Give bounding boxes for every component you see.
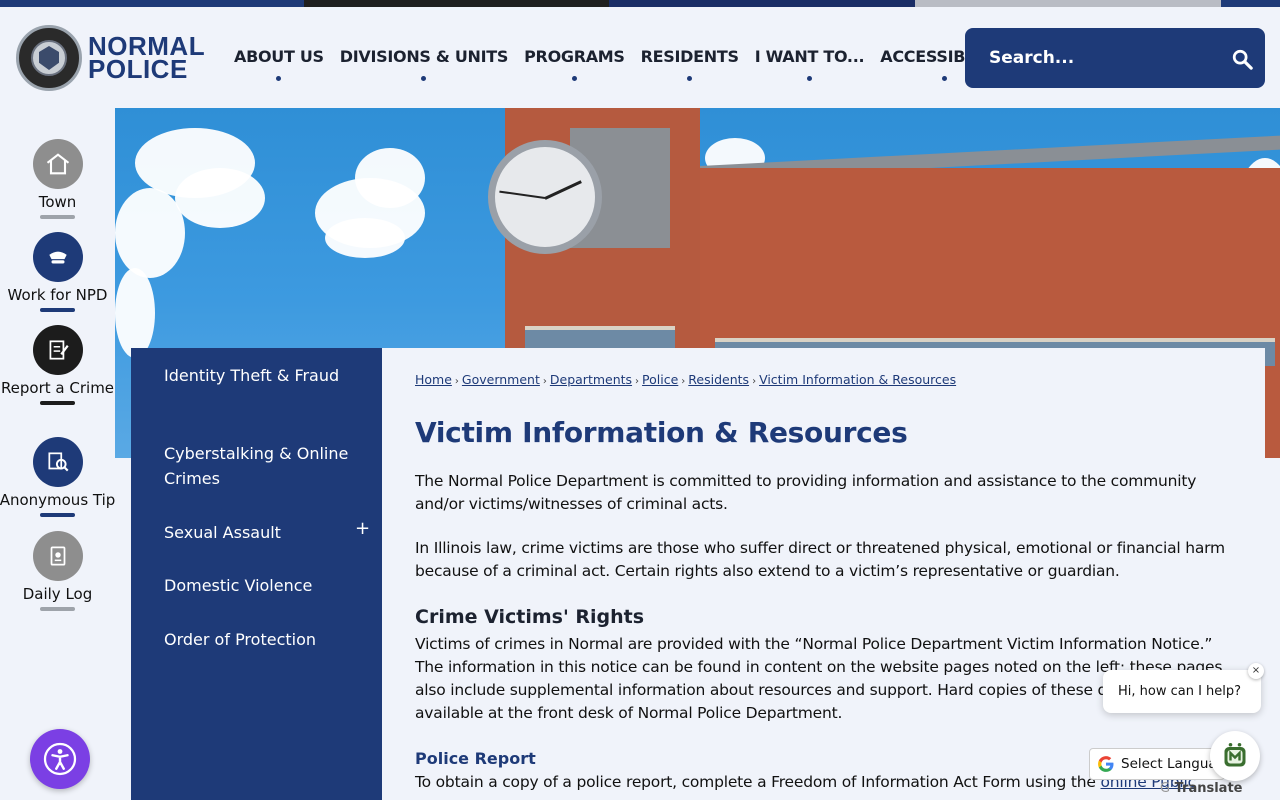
translate-label: Translate (1174, 781, 1243, 796)
search-box (965, 28, 1265, 88)
main-nav: ABOUT US DIVISIONS & UNITS PROGRAMS RESI… (226, 47, 1016, 81)
sidenav-item-cyberstalking[interactable]: Cyberstalking & Online Crimes (164, 441, 364, 491)
breadcrumb-separator: › (542, 376, 547, 387)
nav-about-us[interactable]: ABOUT US (226, 47, 332, 81)
chatbot-avatar-button[interactable] (1210, 731, 1260, 781)
sidenav-item-sexual-assault[interactable]: Sexual Assault (164, 520, 364, 545)
breadcrumb: Home › Government › Departments › Police › Resid… (415, 372, 956, 387)
google-wordmark-icon: G (1160, 781, 1171, 796)
main-content: Home › Government › Departments › Police › Resid… (382, 348, 1265, 800)
breadcrumb-home[interactable]: Home (415, 372, 452, 387)
quick-link-daily-log[interactable]: Daily Log (0, 531, 115, 611)
quick-link-label: Daily Log (22, 585, 93, 603)
law-paragraph: In Illinois law, crime victims are those… (415, 539, 1225, 580)
sidenav-item-order-of-protection[interactable]: Order of Protection (164, 627, 364, 652)
quick-link-anonymous-tip[interactable]: Anonymous Tip (0, 437, 115, 517)
logo-line-2: POLICE (88, 54, 188, 84)
breadcrumb-victim-information[interactable]: Victim Information & Resources (759, 372, 956, 387)
nav-i-want-to[interactable]: I WANT TO... (747, 47, 873, 81)
google-g-icon (1098, 756, 1114, 772)
section-heading-rights: Crime Victims' Rights (415, 606, 645, 628)
section-side-nav: Identity Theft & Fraud Cyberstalking & O… (131, 348, 382, 800)
search-input[interactable] (989, 44, 1219, 72)
site-header: NORMAL POLICE ABOUT US DIVISIONS & UNITS… (0, 7, 1280, 108)
strip-segment (0, 0, 304, 7)
breadcrumb-residents[interactable]: Residents (688, 372, 749, 387)
select-language-dropdown[interactable]: Select Language (1089, 748, 1225, 780)
nav-divisions-units[interactable]: DIVISIONS & UNITS (332, 47, 516, 81)
section-heading-police-report: Police Report (415, 749, 536, 768)
page-title: Victim Information & Resources (415, 416, 908, 449)
expand-plus-icon[interactable]: + (355, 518, 370, 539)
clock-tower-clock (488, 140, 602, 254)
logo-text: NORMAL POLICE (88, 33, 205, 84)
breadcrumb-separator: › (635, 376, 640, 387)
breadcrumb-government[interactable]: Government (462, 372, 540, 387)
intro-paragraph: The Normal Police Department is committe… (415, 472, 1197, 513)
police-report-text: To obtain a copy of a police report, com… (415, 773, 1101, 791)
chatbot-robot-icon (1224, 742, 1246, 767)
quick-link-label: Work for NPD (7, 286, 108, 304)
site-logo[interactable]: NORMAL POLICE (16, 25, 216, 91)
breadcrumb-separator: › (681, 376, 686, 387)
log-book-icon (32, 531, 83, 581)
police-hat-icon (32, 232, 83, 282)
breadcrumb-police[interactable]: Police (642, 372, 678, 387)
quick-link-label: Town (38, 193, 77, 211)
sidenav-item-identity-theft[interactable]: Identity Theft & Fraud (164, 363, 364, 388)
chat-close-icon[interactable]: × (1248, 663, 1264, 679)
search-icon[interactable] (1231, 48, 1253, 70)
home-icon (32, 139, 83, 189)
chat-greeting-bubble[interactable]: Hi, how can I help? (1103, 670, 1261, 713)
quick-link-label: Anonymous Tip (0, 491, 116, 509)
strip-segment (1221, 0, 1280, 7)
report-icon (32, 325, 83, 375)
nav-programs[interactable]: PROGRAMS (516, 47, 633, 81)
accessibility-widget-button[interactable] (30, 729, 90, 789)
breadcrumb-separator: › (752, 376, 757, 387)
top-color-strip (0, 0, 1280, 7)
quick-links-sidebar: Town Work for NPD Report a Crime Anonymo… (0, 113, 115, 623)
quick-link-town[interactable]: Town (0, 139, 115, 219)
accessibility-person-icon (43, 742, 77, 776)
quick-link-label: Report a Crime (0, 379, 115, 397)
strip-segment (304, 0, 609, 7)
quick-link-report-a-crime[interactable]: Report a Crime (0, 325, 115, 405)
strip-segment (915, 0, 1221, 7)
breadcrumb-departments[interactable]: Departments (550, 372, 632, 387)
nav-residents[interactable]: RESIDENTS (633, 47, 747, 81)
strip-segment (609, 0, 915, 7)
translate-powered-by: G Translate (1160, 781, 1243, 796)
police-badge-icon (16, 25, 82, 91)
quick-link-work-for-npd[interactable]: Work for NPD (0, 232, 115, 312)
breadcrumb-separator: › (454, 376, 459, 387)
tip-search-icon (32, 437, 83, 487)
sidenav-item-domestic-violence[interactable]: Domestic Violence (164, 573, 364, 598)
